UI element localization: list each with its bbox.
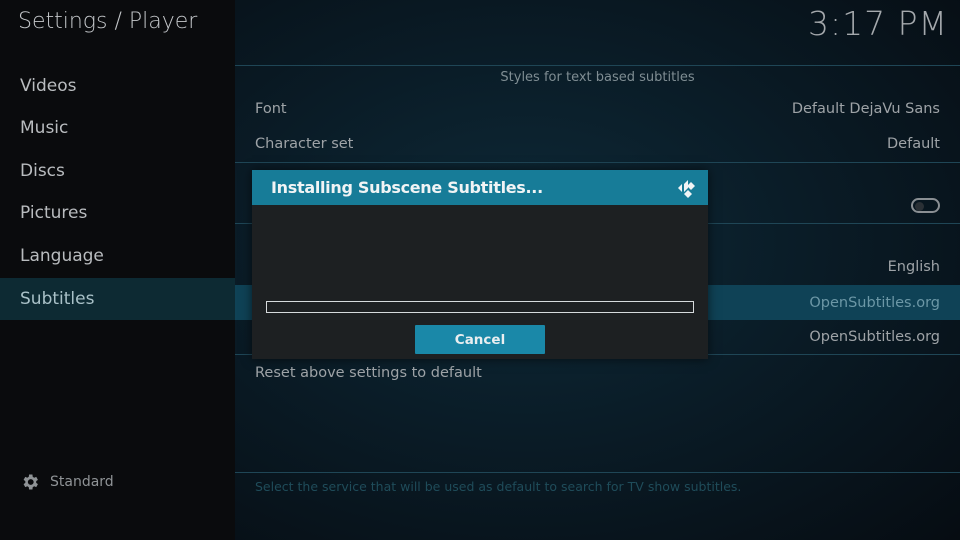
setting-value: Default [887, 135, 940, 152]
sidebar-item-videos[interactable]: Videos [0, 65, 235, 107]
setting-label: Font [255, 100, 287, 117]
gear-icon [23, 474, 38, 490]
setting-row-character-set[interactable]: Character set Default [235, 126, 960, 161]
setting-value: OpenSubtitles.org [809, 328, 940, 345]
cancel-button[interactable]: Cancel [415, 325, 545, 354]
clock: 3:17 PM [808, 4, 948, 43]
progress-dialog: Installing Subscene Subtitles... Cancel [252, 170, 708, 359]
kodi-logo-icon [678, 179, 695, 198]
settings-level-button[interactable]: Standard [20, 470, 114, 494]
toggle-switch[interactable] [911, 198, 940, 213]
setting-description: Select the service that will be used as … [255, 479, 742, 494]
dialog-header: Installing Subscene Subtitles... [252, 170, 708, 205]
setting-value: Default DejaVu Sans [791, 100, 940, 117]
sidebar-item-pictures[interactable]: Pictures [0, 192, 235, 234]
setting-row-font[interactable]: Font Default DejaVu Sans [235, 91, 960, 126]
divider [235, 162, 960, 163]
sidebar-item-discs[interactable]: Discs [0, 150, 235, 192]
setting-label: Character set [255, 135, 354, 152]
settings-level-label: Standard [50, 474, 114, 490]
reset-settings-button[interactable]: Reset above settings to default [235, 355, 960, 390]
divider [235, 472, 960, 473]
sidebar: Settings / Player Videos Music Discs Pic… [0, 0, 235, 540]
setting-value: English [887, 258, 940, 275]
group-title: Styles for text based subtitles [500, 70, 695, 85]
sidebar-item-subtitles[interactable]: Subtitles [0, 278, 235, 320]
page-title: Settings / Player [18, 9, 198, 34]
dialog-title: Installing Subscene Subtitles... [271, 178, 543, 197]
setting-label: Reset above settings to default [255, 364, 482, 381]
setting-value: OpenSubtitles.org [809, 294, 940, 311]
divider [235, 65, 960, 66]
progress-bar [266, 301, 694, 313]
sidebar-item-music[interactable]: Music [0, 107, 235, 149]
sidebar-item-language[interactable]: Language [0, 235, 235, 277]
